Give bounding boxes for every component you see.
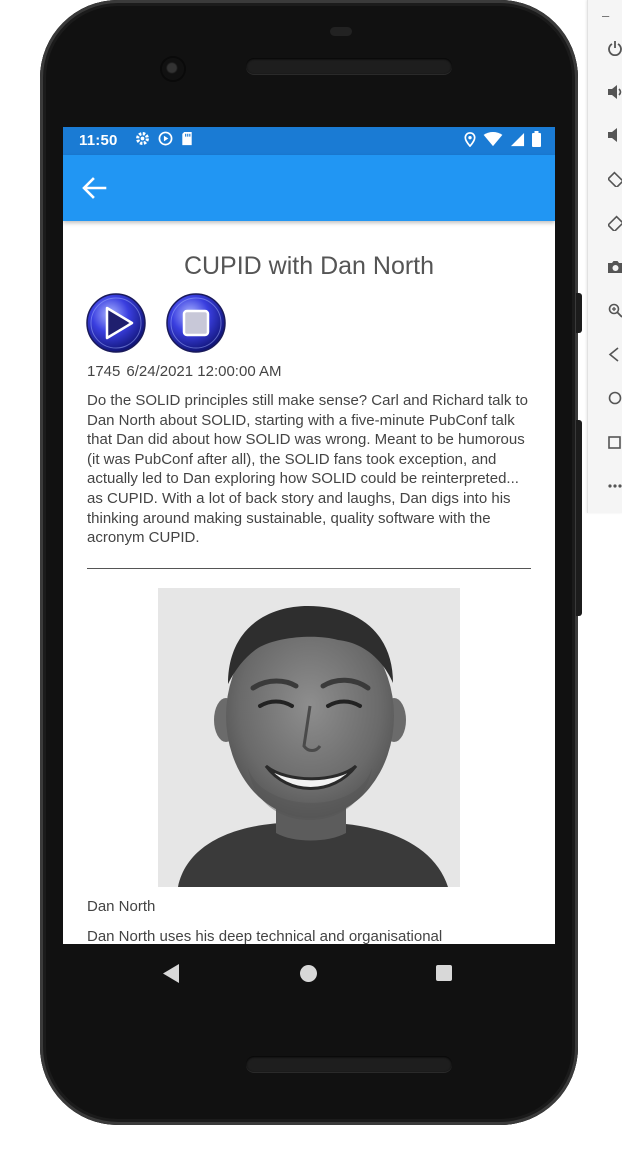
episode-number: 1745 (87, 363, 121, 380)
rotate-left-icon[interactable] (588, 161, 622, 197)
wifi-icon (483, 131, 503, 146)
phone-volume-rocker (576, 420, 582, 616)
app-screen: 11:50 CUPID with Dan North 1745 6/24/202… (63, 127, 555, 944)
triangle-back-icon[interactable] (163, 964, 180, 983)
phone-power-button (576, 293, 582, 333)
episode-date: 6/24/2021 12:00:00 AM (126, 363, 282, 380)
play-icon[interactable] (85, 292, 147, 354)
volume-down-icon[interactable] (588, 117, 622, 153)
rotate-right-icon[interactable] (588, 205, 622, 241)
zoom-icon[interactable] (588, 292, 622, 328)
volume-up-icon[interactable] (588, 74, 622, 110)
camera-icon[interactable] (588, 249, 622, 285)
battery-icon (532, 131, 541, 147)
guest-photo (158, 588, 460, 887)
signal-icon (510, 132, 525, 146)
episode-meta: 1745 6/24/2021 12:00:00 AM (87, 363, 282, 380)
stop-icon[interactable] (165, 292, 227, 354)
bottom-speaker (246, 1056, 452, 1072)
status-bar: 11:50 (63, 127, 555, 155)
overview-icon[interactable] (588, 424, 622, 460)
front-camera (162, 58, 184, 80)
sd-card-icon (182, 131, 192, 146)
divider (87, 568, 531, 569)
circle-home-icon[interactable] (300, 965, 317, 982)
app-bar (63, 155, 555, 221)
guest-portrait (158, 588, 460, 887)
system-nav-bar (63, 944, 555, 1004)
status-time: 11:50 (79, 132, 118, 149)
episode-title: CUPID with Dan North (183, 252, 435, 280)
back-icon[interactable] (588, 336, 622, 372)
gear-icon (136, 132, 149, 145)
top-sensor (330, 27, 352, 36)
minimize-icon[interactable]: – (602, 8, 609, 23)
episode-description: Do the SOLID principles still make sense… (87, 392, 529, 547)
earpiece-speaker (246, 58, 452, 74)
play-circle-icon (158, 131, 173, 146)
home-icon[interactable] (588, 380, 622, 416)
more-icon[interactable] (588, 468, 622, 504)
square-recents-icon[interactable] (436, 965, 452, 981)
arrow-left-icon[interactable] (77, 173, 111, 203)
guest-name: Dan North (87, 898, 156, 915)
guest-bio: Dan North uses his deep technical and or… (87, 928, 443, 944)
power-icon[interactable] (588, 30, 622, 66)
location-icon (464, 131, 476, 147)
emulator-toolbar: – (587, 0, 622, 513)
